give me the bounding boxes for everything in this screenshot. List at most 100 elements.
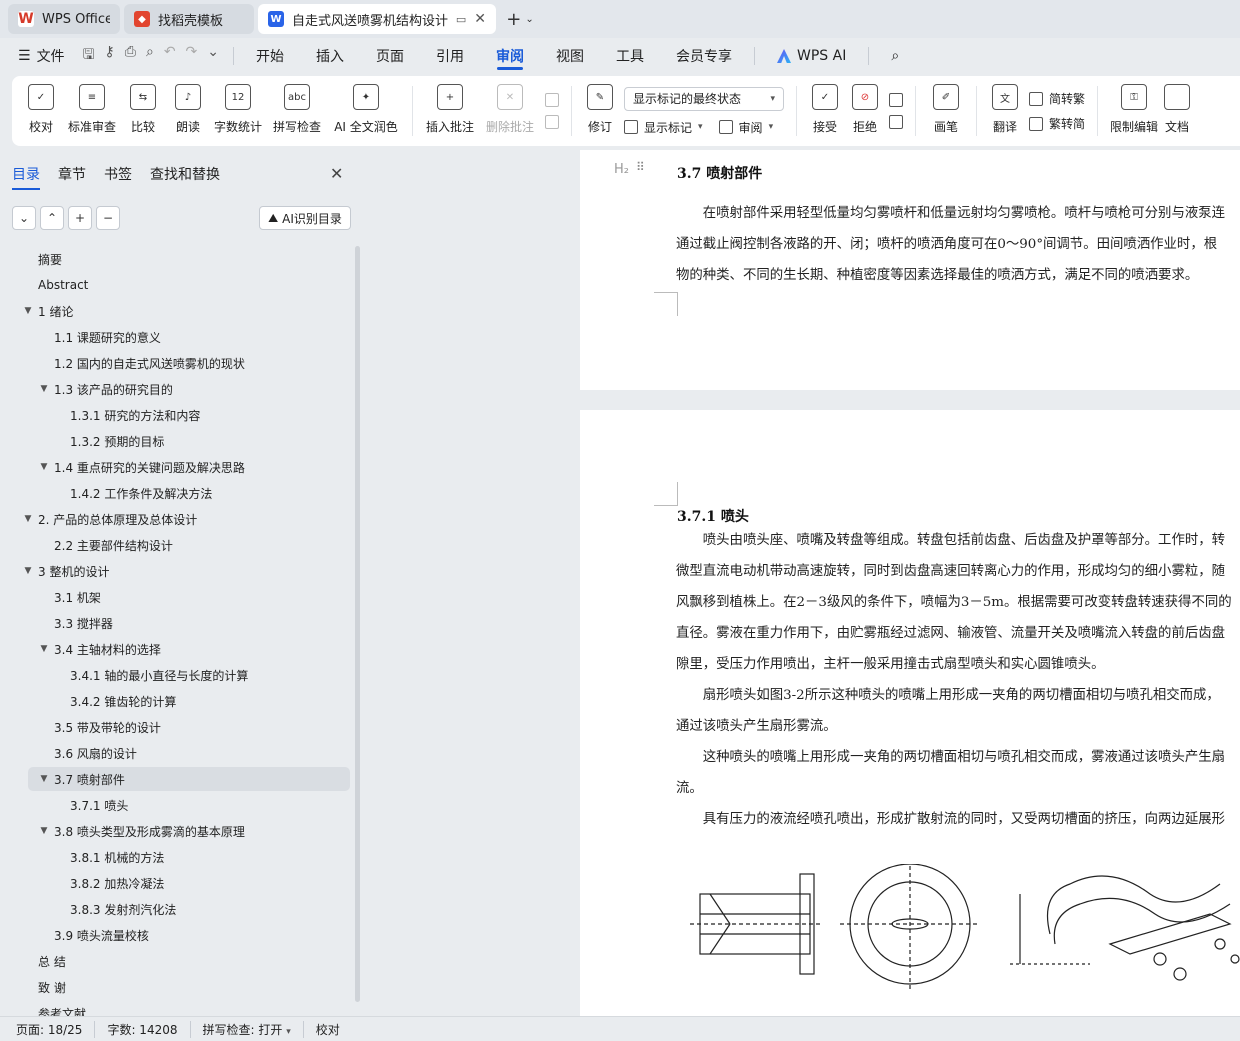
undo-icon[interactable]: ↶ xyxy=(164,44,176,68)
tab-docer-templates[interactable]: ◆ 找稻壳模板 xyxy=(124,4,254,34)
toc-item[interactable]: 3.6 风扇的设计 xyxy=(0,740,352,766)
menu-home[interactable]: 开始 xyxy=(240,38,300,74)
drag-handle-icon[interactable]: ⠿ xyxy=(636,160,646,174)
collapse-toggle-icon[interactable]: ▼ xyxy=(22,514,34,524)
toc-item[interactable]: 1.3.2 预期的目标 xyxy=(0,428,352,454)
toc-item[interactable]: 致 谢 xyxy=(0,974,352,1000)
new-tab-button[interactable]: + ⌄ xyxy=(500,4,540,34)
tab-toc[interactable]: 目录 xyxy=(12,164,40,190)
next-comment-icon[interactable] xyxy=(545,115,559,129)
file-menu[interactable]: ☰ 文件 xyxy=(14,46,75,66)
track-changes-button[interactable]: ✎ 修订 xyxy=(580,76,620,146)
menu-tools[interactable]: 工具 xyxy=(600,38,660,74)
word-count-button[interactable]: 12 字数统计 xyxy=(210,76,266,146)
toc-item[interactable]: 2.2 主要部件结构设计 xyxy=(0,532,352,558)
accept-button[interactable]: ✓ 接受 xyxy=(805,76,845,146)
menu-insert[interactable]: 插入 xyxy=(300,38,360,74)
previous-change-icon[interactable] xyxy=(889,93,903,107)
toc-item[interactable]: ▼ 1 绪论 xyxy=(0,298,352,324)
add-heading-button[interactable]: + xyxy=(68,206,92,230)
menu-wps-ai[interactable]: WPS AI xyxy=(761,38,862,74)
insert-comment-button[interactable]: + 插入批注 xyxy=(421,76,479,146)
reject-button[interactable]: ⊘ 拒绝 xyxy=(845,76,885,146)
toc-item[interactable]: 3.8.1 机械的方法 xyxy=(0,844,352,870)
document-more-button[interactable]: 文档 xyxy=(1162,76,1192,146)
ai-polish-button[interactable]: ✦ AI 全文润色 xyxy=(328,76,404,146)
toc-item[interactable]: 3.1 机架 xyxy=(0,584,352,610)
show-markup-button[interactable]: 显示标记 ▾ xyxy=(624,119,703,136)
toc-item[interactable]: 1.3.1 研究的方法和内容 xyxy=(0,402,352,428)
key-icon[interactable]: ⚷ xyxy=(105,44,115,68)
proofread-button[interactable]: ✓ 校对 xyxy=(18,76,64,146)
toc-item[interactable]: ▼ 3.7 喷射部件 xyxy=(0,766,352,792)
markup-mode-select[interactable]: 显示标记的最终状态 ▾ xyxy=(624,86,784,111)
collapse-toggle-icon[interactable]: ▼ xyxy=(22,566,34,576)
read-aloud-button[interactable]: ♪ 朗读 xyxy=(166,76,210,146)
next-change-icon[interactable] xyxy=(889,115,903,129)
close-pane-icon[interactable]: ✕ xyxy=(330,164,343,183)
previous-comment-icon[interactable] xyxy=(545,93,559,107)
toc-item[interactable]: 3.3 搅拌器 xyxy=(0,610,352,636)
menu-view[interactable]: 视图 xyxy=(540,38,600,74)
toc-item[interactable]: ▼ 1.4 重点研究的关键问题及解决思路 xyxy=(0,454,352,480)
toc-item[interactable]: 3.9 喷头流量校核 xyxy=(0,922,352,948)
collapse-toggle-icon[interactable]: ▼ xyxy=(38,826,50,836)
toc-item[interactable]: ▼ 3.4 主轴材料的选择 xyxy=(0,636,352,662)
tab-chapters[interactable]: 章节 xyxy=(58,164,86,190)
menu-page[interactable]: 页面 xyxy=(360,38,420,74)
toc-item[interactable]: 3.4.1 轴的最小直径与长度的计算 xyxy=(0,662,352,688)
save-icon[interactable]: 🖫 xyxy=(83,44,95,68)
tab-current-document[interactable]: W 自走式风送喷雾机结构设计 说 ▭ ✕ xyxy=(258,4,496,34)
toc-item[interactable]: 总 结 xyxy=(0,948,352,974)
proofread-status[interactable]: 校对 xyxy=(304,1021,352,1038)
menu-review[interactable]: 审阅 xyxy=(480,38,540,74)
search-button[interactable]: ⌕ xyxy=(875,38,915,74)
expand-all-button[interactable]: ⌄ xyxy=(12,206,36,230)
toc-item[interactable]: 3.8.3 发射剂汽化法 xyxy=(0,896,352,922)
menu-references[interactable]: 引用 xyxy=(420,38,480,74)
toc-item[interactable]: 1.2 国内的自走式风送喷雾机的现状 xyxy=(0,350,352,376)
standard-review-button[interactable]: ≡ 标准审查 xyxy=(64,76,120,146)
toc-item[interactable]: 1.1 课题研究的意义 xyxy=(0,324,352,350)
print-icon[interactable]: ⎙ xyxy=(125,44,136,68)
delete-comment-button[interactable]: ✕ 删除批注 xyxy=(479,76,541,146)
toc-item[interactable]: ▼ 1.3 该产品的研究目的 xyxy=(0,376,352,402)
remove-heading-button[interactable]: − xyxy=(96,206,120,230)
restrict-editing-button[interactable]: ⚿ 限制编辑 xyxy=(1106,76,1162,146)
toc-item[interactable]: 1.4.2 工作条件及解决方法 xyxy=(0,480,352,506)
tab-bookmarks[interactable]: 书签 xyxy=(104,164,132,190)
spell-check-status[interactable]: 拼写检查: 打开 ▾ xyxy=(191,1020,304,1038)
toc-item[interactable]: 3.7.1 喷头 xyxy=(0,792,352,818)
close-tab-icon[interactable]: ✕ xyxy=(474,11,486,27)
tab-find-replace[interactable]: 查找和替换 xyxy=(150,164,220,190)
page-indicator[interactable]: 页面: 18/25 xyxy=(16,1020,96,1038)
toc-item[interactable]: ▼ 3.8 喷头类型及形成雾滴的基本原理 xyxy=(0,818,352,844)
compare-button[interactable]: ⇆比较▾ xyxy=(120,76,166,146)
collapse-toggle-icon[interactable]: ▼ xyxy=(38,462,50,472)
more-chevron-icon[interactable]: ⌄ xyxy=(207,44,219,68)
print-preview-icon[interactable]: ⌕ xyxy=(146,44,154,68)
toc-item[interactable]: 3.8.2 加热冷凝法 xyxy=(0,870,352,896)
menu-membership[interactable]: 会员专享 xyxy=(660,38,748,74)
collapse-all-button[interactable]: ⌃ xyxy=(40,206,64,230)
simplified-to-traditional-button[interactable]: 简转繁 xyxy=(1029,90,1085,107)
collapse-toggle-icon[interactable]: ▼ xyxy=(38,774,50,784)
collapse-toggle-icon[interactable]: ▼ xyxy=(22,306,34,316)
toc-item[interactable]: 摘要 xyxy=(0,246,352,272)
translate-button[interactable]: 文翻译 xyxy=(985,76,1025,146)
redo-icon[interactable]: ↷ xyxy=(186,44,198,68)
reviewing-pane-button[interactable]: 审阅 ▾ xyxy=(718,119,773,136)
traditional-to-simplified-button[interactable]: 繁转简 xyxy=(1029,115,1085,132)
toc-scrollbar[interactable] xyxy=(355,246,360,1002)
toc-item[interactable]: ▼ 2. 产品的总体原理及总体设计 xyxy=(0,506,352,532)
word-count-indicator[interactable]: 字数: 14208 xyxy=(95,1020,191,1038)
toc-item[interactable]: Abstract xyxy=(0,272,352,298)
tab-wps-office[interactable]: W WPS Office xyxy=(8,4,120,34)
collapse-toggle-icon[interactable]: ▼ xyxy=(38,644,50,654)
pen-button[interactable]: ✐ 画笔 xyxy=(924,76,968,146)
toc-item[interactable]: 参考文献 xyxy=(0,1000,352,1017)
ai-toc-button[interactable]: ⛰ AI识别目录 xyxy=(259,206,351,230)
toc-item[interactable]: 3.4.2 锥齿轮的计算 xyxy=(0,688,352,714)
collapse-toggle-icon[interactable]: ▼ xyxy=(38,384,50,394)
toc-item[interactable]: 3.5 带及带轮的设计 xyxy=(0,714,352,740)
